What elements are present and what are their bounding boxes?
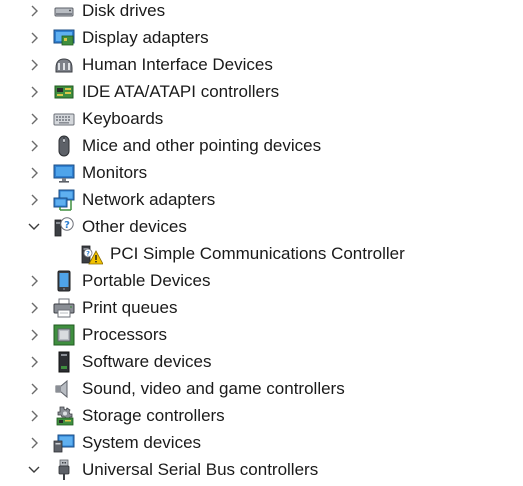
chevron-right-icon[interactable] — [27, 0, 41, 24]
tree-item-pci-simple-communications-controller[interactable]: ? PCI Simple Communications Controller — [0, 240, 523, 267]
tree-item-print-queues[interactable]: Print queues — [0, 294, 523, 321]
chevron-right-icon[interactable] — [27, 267, 41, 294]
tree-item-label: Software devices — [82, 352, 212, 371]
monitor-icon — [53, 162, 75, 184]
chevron-right-icon[interactable] — [27, 51, 41, 78]
tree-item-other-devices[interactable]: ? Other devices — [0, 213, 523, 240]
tree-item-processors[interactable]: Processors — [0, 321, 523, 348]
ide-controller-icon — [53, 81, 75, 103]
chevron-right-icon[interactable] — [27, 78, 41, 105]
tree-item-label: Keyboards — [82, 109, 164, 128]
tree-item-label: Universal Serial Bus controllers — [82, 460, 319, 479]
mouse-icon — [53, 135, 75, 157]
tree-item-label: Disk drives — [82, 1, 166, 20]
tree-item-storage-controllers[interactable]: Storage controllers — [0, 402, 523, 429]
network-adapter-icon — [53, 189, 75, 211]
chevron-down-icon[interactable] — [27, 213, 41, 240]
tree-item-human-interface-devices[interactable]: Human Interface Devices — [0, 51, 523, 78]
tree-item-label: Storage controllers — [82, 406, 225, 425]
tree-item-network-adapters[interactable]: Network adapters — [0, 186, 523, 213]
tree-item-label: Mice and other pointing devices — [82, 136, 322, 155]
printer-icon — [53, 297, 75, 319]
unknown-device-icon: ? — [53, 216, 75, 238]
hid-icon — [53, 54, 75, 76]
processor-icon — [53, 324, 75, 346]
chevron-right-icon[interactable] — [27, 24, 41, 51]
svg-text:?: ? — [64, 220, 70, 231]
speaker-icon — [53, 378, 75, 400]
tree-item-software-devices[interactable]: Software devices — [0, 348, 523, 375]
device-tree: Disk drives Display adapters Human Inter… — [0, 0, 523, 481]
chevron-right-icon[interactable] — [27, 294, 41, 321]
software-device-icon — [53, 351, 75, 373]
chevron-right-icon[interactable] — [27, 429, 41, 456]
tree-item-label: Print queues — [82, 298, 178, 317]
chevron-right-icon[interactable] — [27, 348, 41, 375]
tree-item-monitors[interactable]: Monitors — [0, 159, 523, 186]
tree-item-system-devices[interactable]: System devices — [0, 429, 523, 456]
warning-device-icon: ? — [81, 243, 104, 265]
tree-item-ide-controllers[interactable]: IDE ATA/ATAPI controllers — [0, 78, 523, 105]
chevron-down-icon[interactable] — [27, 456, 41, 483]
chevron-right-icon[interactable] — [27, 105, 41, 132]
tree-item-label: Display adapters — [82, 28, 209, 47]
portable-device-icon — [53, 270, 75, 292]
tree-item-label: Monitors — [82, 163, 148, 182]
keyboard-icon — [53, 108, 75, 130]
tree-item-sound-video-game[interactable]: Sound, video and game controllers — [0, 375, 523, 402]
tree-item-label: IDE ATA/ATAPI controllers — [82, 82, 280, 101]
tree-item-portable-devices[interactable]: Portable Devices — [0, 267, 523, 294]
tree-item-label: Portable Devices — [82, 271, 211, 290]
tree-item-disk-drives[interactable]: Disk drives — [0, 0, 523, 24]
tree-item-label: Human Interface Devices — [82, 55, 273, 74]
tree-item-display-adapters[interactable]: Display adapters — [0, 24, 523, 51]
chevron-right-icon[interactable] — [27, 402, 41, 429]
tree-item-label: Sound, video and game controllers — [82, 379, 345, 398]
tree-item-mice[interactable]: Mice and other pointing devices — [0, 132, 523, 159]
usb-icon — [53, 459, 75, 481]
tree-item-label: Other devices — [82, 217, 187, 236]
chevron-right-icon[interactable] — [27, 132, 41, 159]
chevron-right-icon[interactable] — [27, 159, 41, 186]
tree-item-label: System devices — [82, 433, 202, 452]
tree-item-label: Network adapters — [82, 190, 216, 209]
tree-item-usb-controllers[interactable]: Universal Serial Bus controllers — [0, 456, 523, 483]
system-device-icon — [53, 432, 75, 454]
svg-text:?: ? — [86, 250, 90, 258]
tree-item-label: Processors — [82, 325, 168, 344]
display-adapter-icon — [53, 27, 75, 49]
chevron-right-icon[interactable] — [27, 321, 41, 348]
chevron-right-icon[interactable] — [27, 375, 41, 402]
chevron-right-icon[interactable] — [27, 186, 41, 213]
storage-controller-icon — [53, 405, 75, 427]
disk-drive-icon — [53, 0, 75, 22]
tree-item-label: PCI Simple Communications Controller — [110, 244, 405, 263]
tree-item-keyboards[interactable]: Keyboards — [0, 105, 523, 132]
